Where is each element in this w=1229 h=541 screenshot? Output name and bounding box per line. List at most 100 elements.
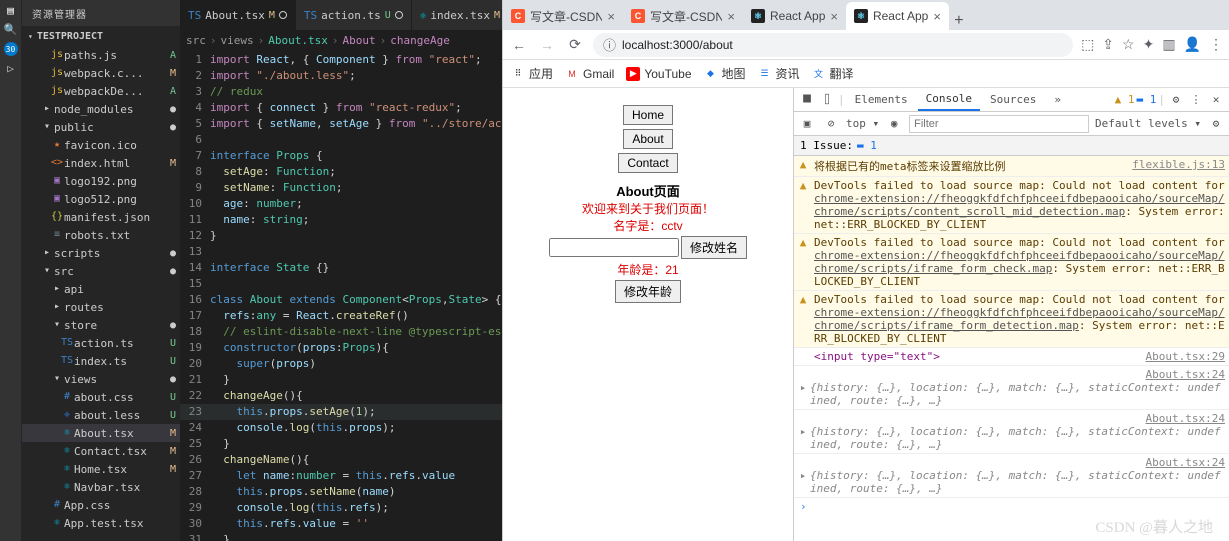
tab-more[interactable]: » [1046,88,1069,111]
sidepanel-icon[interactable]: ▥ [1162,36,1175,53]
devtools-menu-icon[interactable]: ⋮ [1187,93,1205,106]
tree-item[interactable]: TSindex.tsU [22,352,180,370]
info-icon[interactable]: ⓘ [603,35,616,54]
tree-item[interactable]: ▣logo192.png [22,172,180,190]
tab-sources[interactable]: Sources [982,88,1044,111]
console-row[interactable]: About.tsx:24▸{history: {…}, location: {…… [794,454,1229,498]
crumb[interactable]: src [186,34,206,47]
issues-bar[interactable]: 1 Issue: ▬ 1 [794,136,1229,156]
bookmark[interactable]: 文翻译 [812,65,854,82]
new-tab-button[interactable]: + [949,12,969,30]
close-icon[interactable]: ✕ [1207,93,1225,106]
nav-about[interactable]: About [623,129,672,149]
tree-item[interactable]: <>index.htmlM [22,154,180,172]
console-row[interactable]: ▲DevTools failed to load source map: Cou… [794,234,1229,291]
bookmark[interactable]: ⠿应用 [511,65,553,82]
editor-tab[interactable]: TSAbout.tsxM [180,0,296,30]
filter-input[interactable] [909,115,1089,133]
change-name-button[interactable]: 修改姓名 [681,236,747,259]
console-row[interactable]: <input type="text">About.tsx:29 [794,348,1229,366]
levels-selector[interactable]: Default levels ▾ [1095,117,1201,130]
tree-item[interactable]: jswebpack.c...M [22,64,180,82]
tree-item[interactable]: #App.css [22,496,180,514]
gear-icon[interactable]: ⚙ [1167,93,1185,106]
tree-item[interactable]: ▣logo512.png [22,190,180,208]
browser-tab[interactable]: C写文章-CSDN博× [503,2,623,30]
tree-item[interactable]: ◆about.lessU [22,406,180,424]
device-icon[interactable]: ⌷ [818,93,836,106]
forward-button[interactable]: → [537,37,557,53]
tree-item[interactable]: ▾src● [22,262,180,280]
bookmark[interactable]: MGmail [565,67,614,81]
star-icon[interactable]: ☆ [1122,36,1135,53]
eye-icon[interactable]: ◉ [885,117,903,130]
console-row[interactable]: About.tsx:24▸{history: {…}, location: {…… [794,410,1229,454]
tree-item[interactable]: {}manifest.json [22,208,180,226]
close-tab-icon[interactable]: × [933,9,941,24]
tree-item[interactable]: jspaths.jsA [22,46,180,64]
console-row[interactable]: About.tsx:24▸{history: {…}, location: {…… [794,366,1229,410]
tree-item[interactable]: TSaction.tsU [22,334,180,352]
console-row[interactable]: ▲DevTools failed to load source map: Cou… [794,291,1229,348]
clear-icon[interactable]: ⊘ [822,117,840,130]
nav-home[interactable]: Home [623,105,673,125]
close-tab-icon[interactable]: × [607,9,615,24]
menu-icon[interactable]: ⋮ [1209,36,1223,53]
tree-item[interactable]: ≡robots.txt [22,226,180,244]
files-icon[interactable]: ▤ [7,4,14,17]
breadcrumb[interactable]: src›views›About.tsx›About›changeAge [180,30,502,50]
bookmark[interactable]: ◆地图 [704,65,746,82]
editor-tab[interactable]: TSaction.tsU [296,0,412,30]
tree-item[interactable]: ▾store● [22,316,180,334]
search-icon[interactable]: 🔍 [4,23,18,36]
tree-item[interactable]: ⚛Navbar.tsx [22,478,180,496]
browser-tab[interactable]: C写文章-CSDN博× [623,2,743,30]
share-icon[interactable]: ⇪ [1102,36,1114,53]
tree-item[interactable]: ▸scripts● [22,244,180,262]
console-output[interactable]: ▲将根据已有的meta标签来设置缩放比例flexible.js:13▲DevTo… [794,156,1229,541]
code-editor[interactable]: 1import React, { Component } from "react… [180,50,502,541]
crumb[interactable]: About [342,34,375,47]
console-row[interactable]: ▲将根据已有的meta标签来设置缩放比例flexible.js:13 [794,156,1229,177]
tree-item[interactable]: jswebpackDe...A [22,82,180,100]
crumb[interactable]: About.tsx [268,34,328,47]
browser-tab[interactable]: ⚛React App× [743,2,846,30]
bookmark[interactable]: ☰资讯 [758,65,800,82]
crumb[interactable]: changeAge [390,34,450,47]
message-badge[interactable]: ▬ 1 [1137,93,1157,106]
back-button[interactable]: ← [509,37,529,53]
project-header[interactable]: ▾ TESTPROJECT [22,26,180,46]
console-row[interactable]: ▲DevTools failed to load source map: Cou… [794,177,1229,234]
context-selector[interactable]: top ▾ [846,117,879,130]
qr-icon[interactable]: ⬚ [1081,36,1094,53]
profile-icon[interactable]: 👤 [1184,36,1201,53]
tab-console[interactable]: Console [918,88,980,111]
reload-button[interactable]: ⟳ [565,36,585,53]
tree-item[interactable]: ⚛Home.tsxM [22,460,180,478]
debug-icon[interactable]: ▷ [7,62,14,75]
tree-item[interactable]: ⚛Contact.tsxM [22,442,180,460]
tree-item[interactable]: ⚛App.test.tsx [22,514,180,532]
scm-badge[interactable]: 30 [4,42,18,56]
tree-item[interactable]: ▾views● [22,370,180,388]
tree-item[interactable]: ⚛About.tsxM [22,424,180,442]
tree-item[interactable]: ▸node_modules● [22,100,180,118]
close-tab-icon[interactable]: × [727,9,735,24]
tab-elements[interactable]: Elements [847,88,916,111]
tree-item[interactable]: ★favicon.ico [22,136,180,154]
close-tab-icon[interactable]: × [830,9,838,24]
sidebar-toggle-icon[interactable]: ▣ [798,117,816,130]
console-prompt[interactable]: › [794,498,1229,515]
settings-icon[interactable]: ⚙ [1207,117,1225,130]
warning-badge[interactable]: ▲ 1 [1115,93,1135,106]
inspect-icon[interactable]: ⯀ [798,93,816,107]
tree-item[interactable]: ▾public● [22,118,180,136]
bookmark[interactable]: ▶YouTube [626,67,691,81]
nav-contact[interactable]: Contact [618,153,677,173]
tree-item[interactable]: ▸api [22,280,180,298]
address-bar[interactable]: ⓘ localhost:3000/about [593,33,1073,57]
tree-item[interactable]: ▸routes [22,298,180,316]
tree-item[interactable]: #about.cssU [22,388,180,406]
crumb[interactable]: views [221,34,254,47]
change-age-button[interactable]: 修改年龄 [615,280,681,303]
